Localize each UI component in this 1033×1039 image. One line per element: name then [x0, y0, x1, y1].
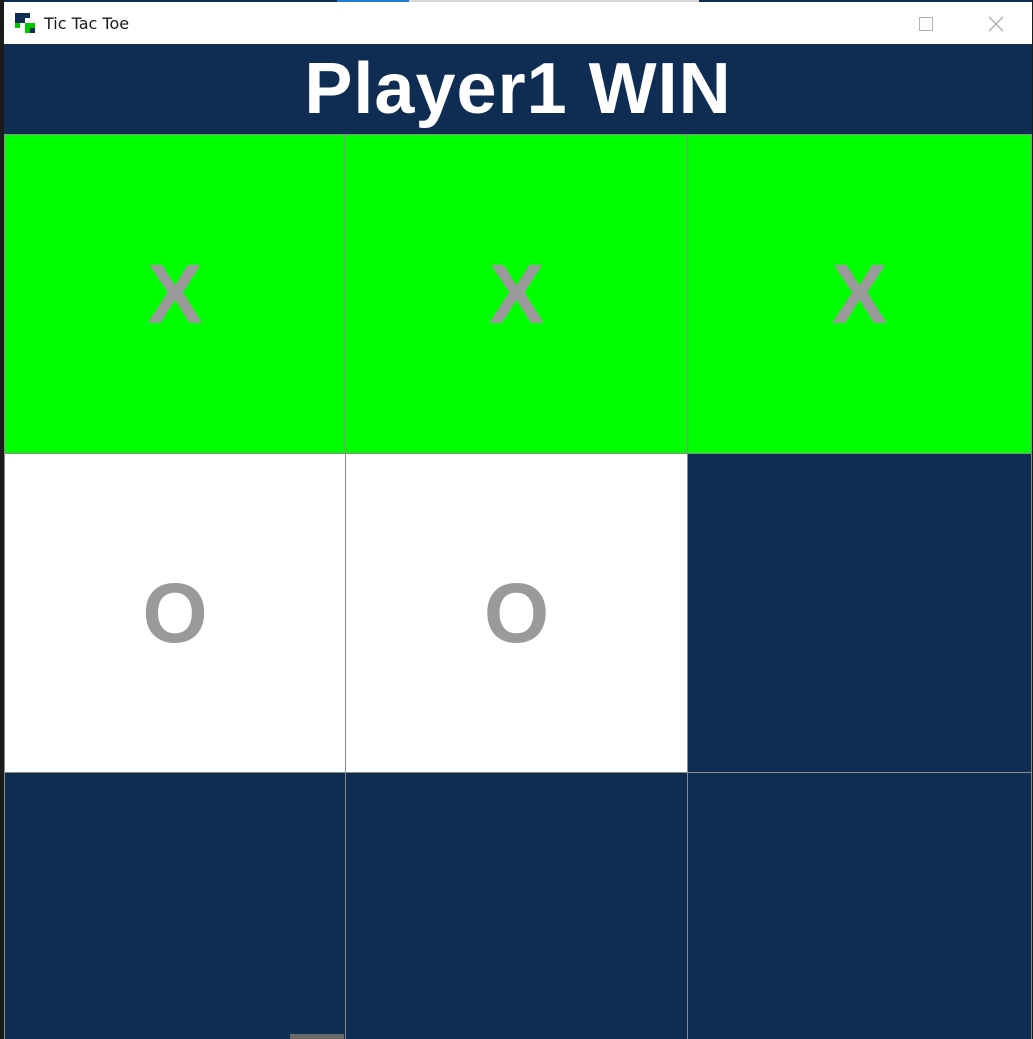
cell-mark: X	[146, 246, 204, 341]
board-cell-7[interactable]	[4, 772, 346, 1039]
scrollbar-thumb[interactable]	[290, 1034, 344, 1039]
close-icon	[988, 16, 1004, 32]
board-cell-5[interactable]: O	[345, 453, 688, 773]
board-cell-1[interactable]: X	[4, 134, 346, 454]
game-status: Player1 WIN	[304, 49, 732, 129]
app-window: Tic Tac Toe Player1 WIN X X X O O	[4, 0, 1032, 1039]
app-grid-icon	[14, 12, 38, 34]
board-cell-4[interactable]: O	[4, 453, 346, 773]
cell-mark: X	[488, 246, 545, 341]
game-board: X X X O O	[4, 134, 1032, 1039]
title-bar[interactable]: Tic Tac Toe	[4, 2, 1032, 44]
status-header: Player1 WIN	[4, 44, 1032, 134]
cell-mark: X	[831, 246, 888, 341]
board-cell-6[interactable]	[687, 453, 1032, 773]
board-cell-2[interactable]: X	[345, 134, 688, 454]
board-cell-3[interactable]: X	[687, 134, 1032, 454]
maximize-button[interactable]	[900, 4, 952, 44]
cell-mark: O	[142, 565, 208, 660]
window-title: Tic Tac Toe	[44, 14, 130, 33]
board-cell-8[interactable]	[345, 772, 688, 1039]
board-cell-9[interactable]	[687, 772, 1032, 1039]
cell-mark: O	[483, 565, 550, 660]
close-button[interactable]	[970, 4, 1022, 44]
maximize-icon	[919, 17, 933, 31]
